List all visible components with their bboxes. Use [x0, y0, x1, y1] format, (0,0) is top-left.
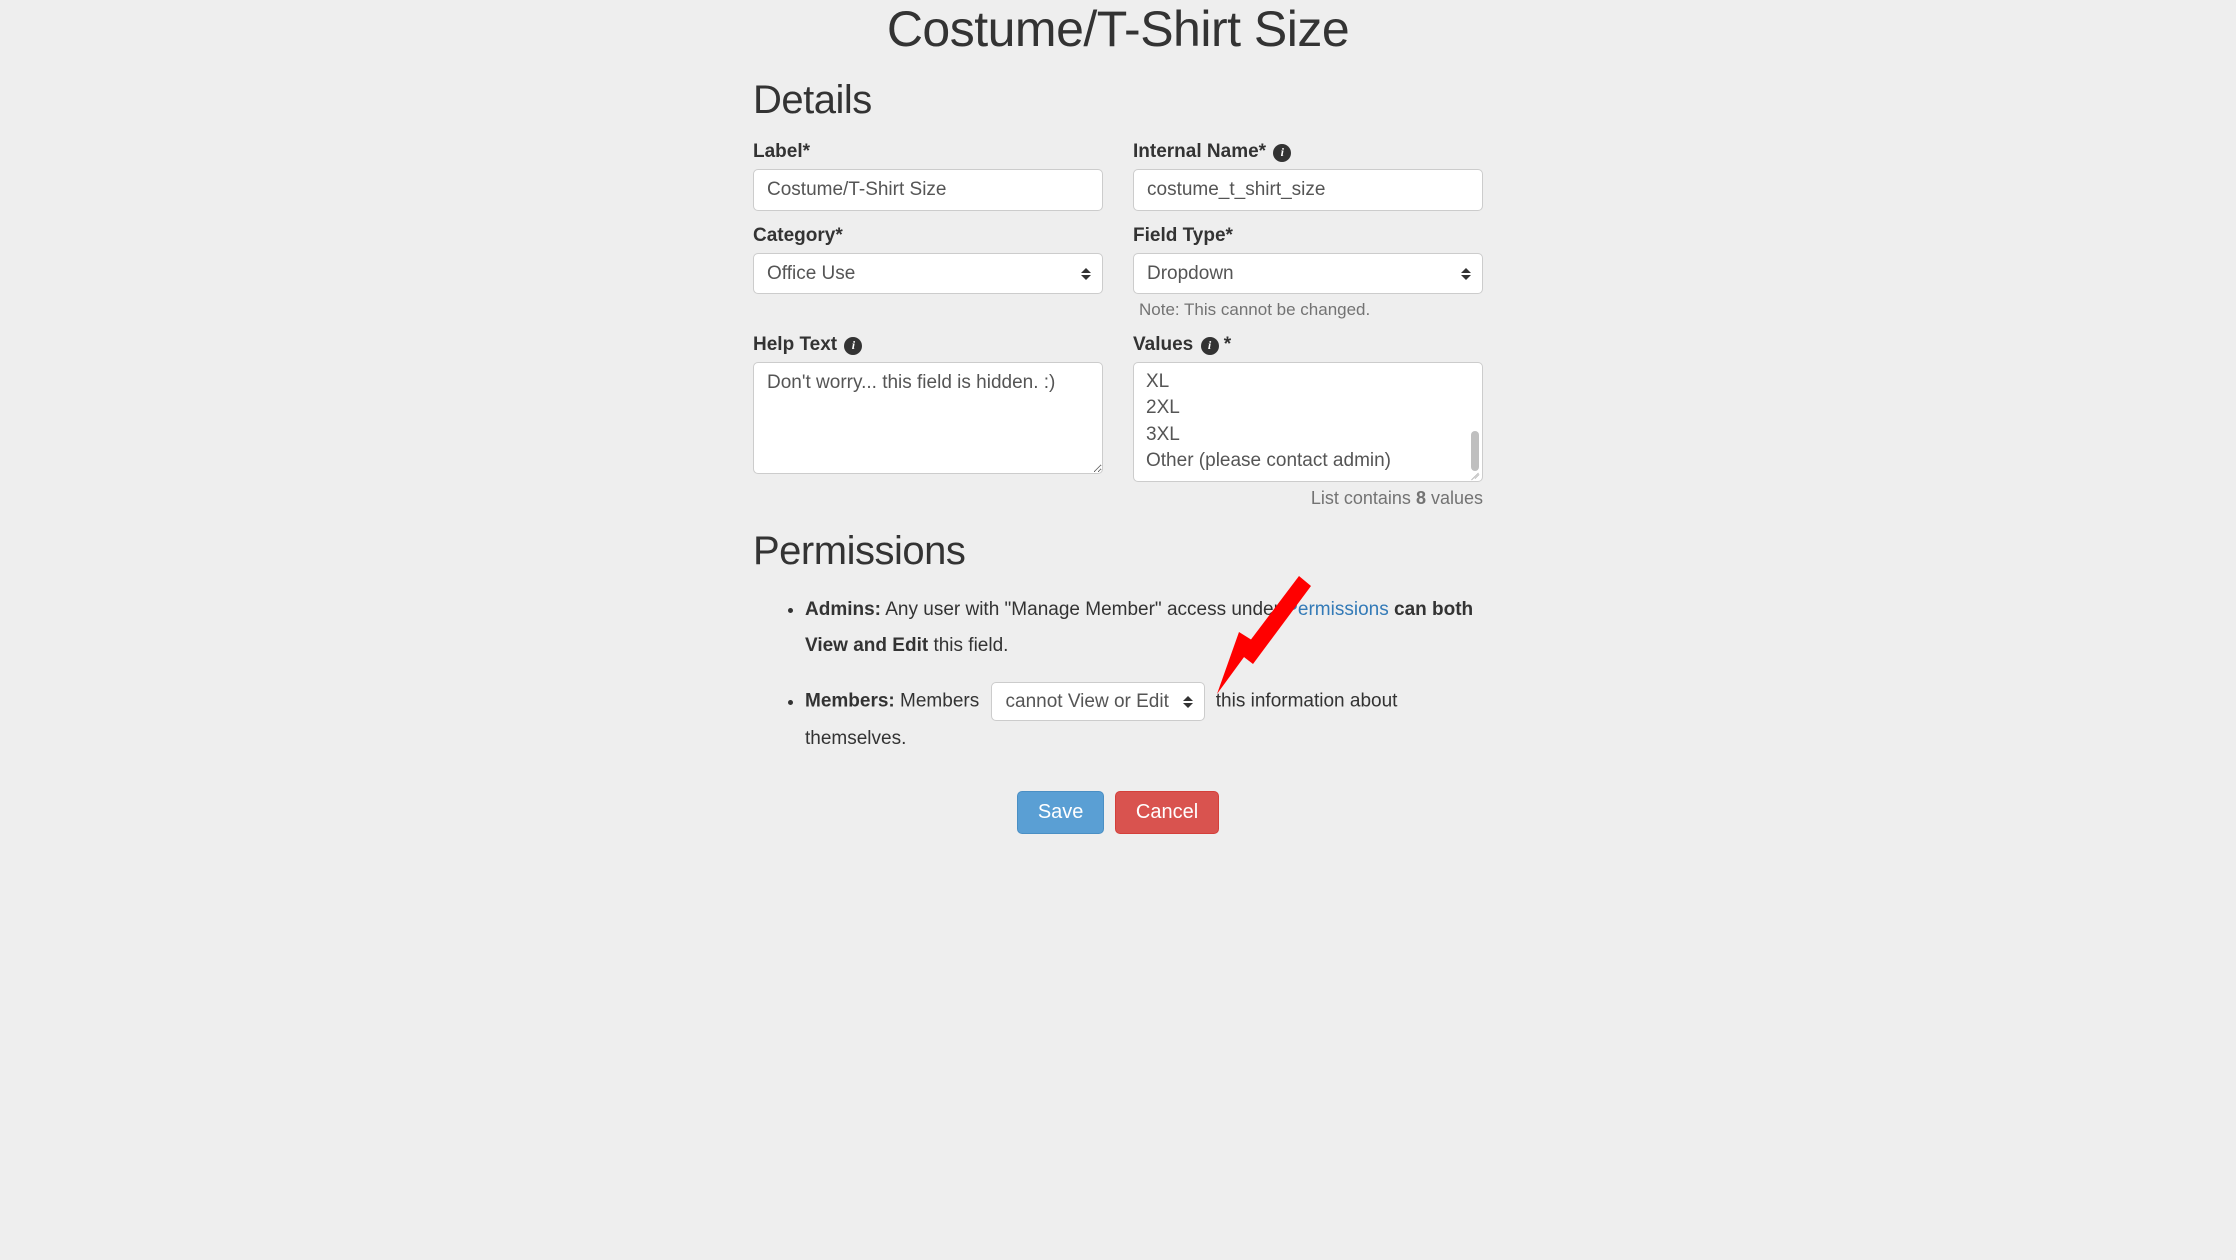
scrollbar[interactable]	[1471, 367, 1479, 477]
values-label: Values i *	[1133, 334, 1483, 356]
permissions-heading: Permissions	[753, 529, 1483, 574]
category-select[interactable]: Office Use	[753, 253, 1103, 294]
info-icon[interactable]: i	[1201, 337, 1219, 355]
values-label-text: Values	[1133, 334, 1193, 355]
field-type-select[interactable]: Dropdown	[1133, 253, 1483, 294]
admins-label: Admins:	[805, 599, 881, 620]
internal-name-input[interactable]	[1133, 169, 1483, 211]
members-permission-select[interactable]: cannot View or Edit	[991, 682, 1205, 721]
values-line: 2XL	[1146, 395, 1456, 422]
values-textarea[interactable]: XL 2XL 3XL Other (please contact admin)	[1133, 362, 1483, 482]
resize-handle-icon[interactable]	[1470, 469, 1480, 479]
permissions-members-item: Members: Members cannot View or Edit thi…	[805, 682, 1483, 757]
scrollbar-thumb[interactable]	[1471, 431, 1479, 471]
values-line: XL	[1146, 369, 1456, 396]
page-title: Costume/T-Shirt Size	[393, 0, 1843, 58]
internal-name-label-text: Internal Name*	[1133, 141, 1266, 162]
help-text-textarea[interactable]	[753, 362, 1103, 474]
cancel-button[interactable]: Cancel	[1115, 791, 1219, 834]
details-heading: Details	[753, 78, 1483, 123]
permissions-list: Admins: Any user with "Manage Member" ac…	[753, 592, 1483, 757]
category-label: Category*	[753, 225, 1103, 247]
help-text-label-text: Help Text	[753, 334, 837, 355]
help-text-label: Help Text i	[753, 334, 1103, 356]
info-icon[interactable]: i	[1273, 144, 1291, 162]
label-input[interactable]	[753, 169, 1103, 211]
field-type-label: Field Type*	[1133, 225, 1483, 247]
permissions-admins-item: Admins: Any user with "Manage Member" ac…	[805, 592, 1483, 664]
permissions-link[interactable]: Permissions	[1285, 599, 1388, 620]
values-asterisk: *	[1224, 334, 1231, 355]
values-line: 3XL	[1146, 422, 1456, 449]
field-type-note: Note: This cannot be changed.	[1139, 300, 1483, 320]
save-button[interactable]: Save	[1017, 791, 1105, 834]
values-line: Other (please contact admin)	[1146, 448, 1456, 475]
info-icon[interactable]: i	[844, 337, 862, 355]
label-field-label: Label*	[753, 141, 1103, 163]
internal-name-label: Internal Name* i	[1133, 141, 1483, 163]
values-count: List contains 8 values	[1133, 488, 1483, 509]
members-label: Members:	[805, 691, 895, 712]
